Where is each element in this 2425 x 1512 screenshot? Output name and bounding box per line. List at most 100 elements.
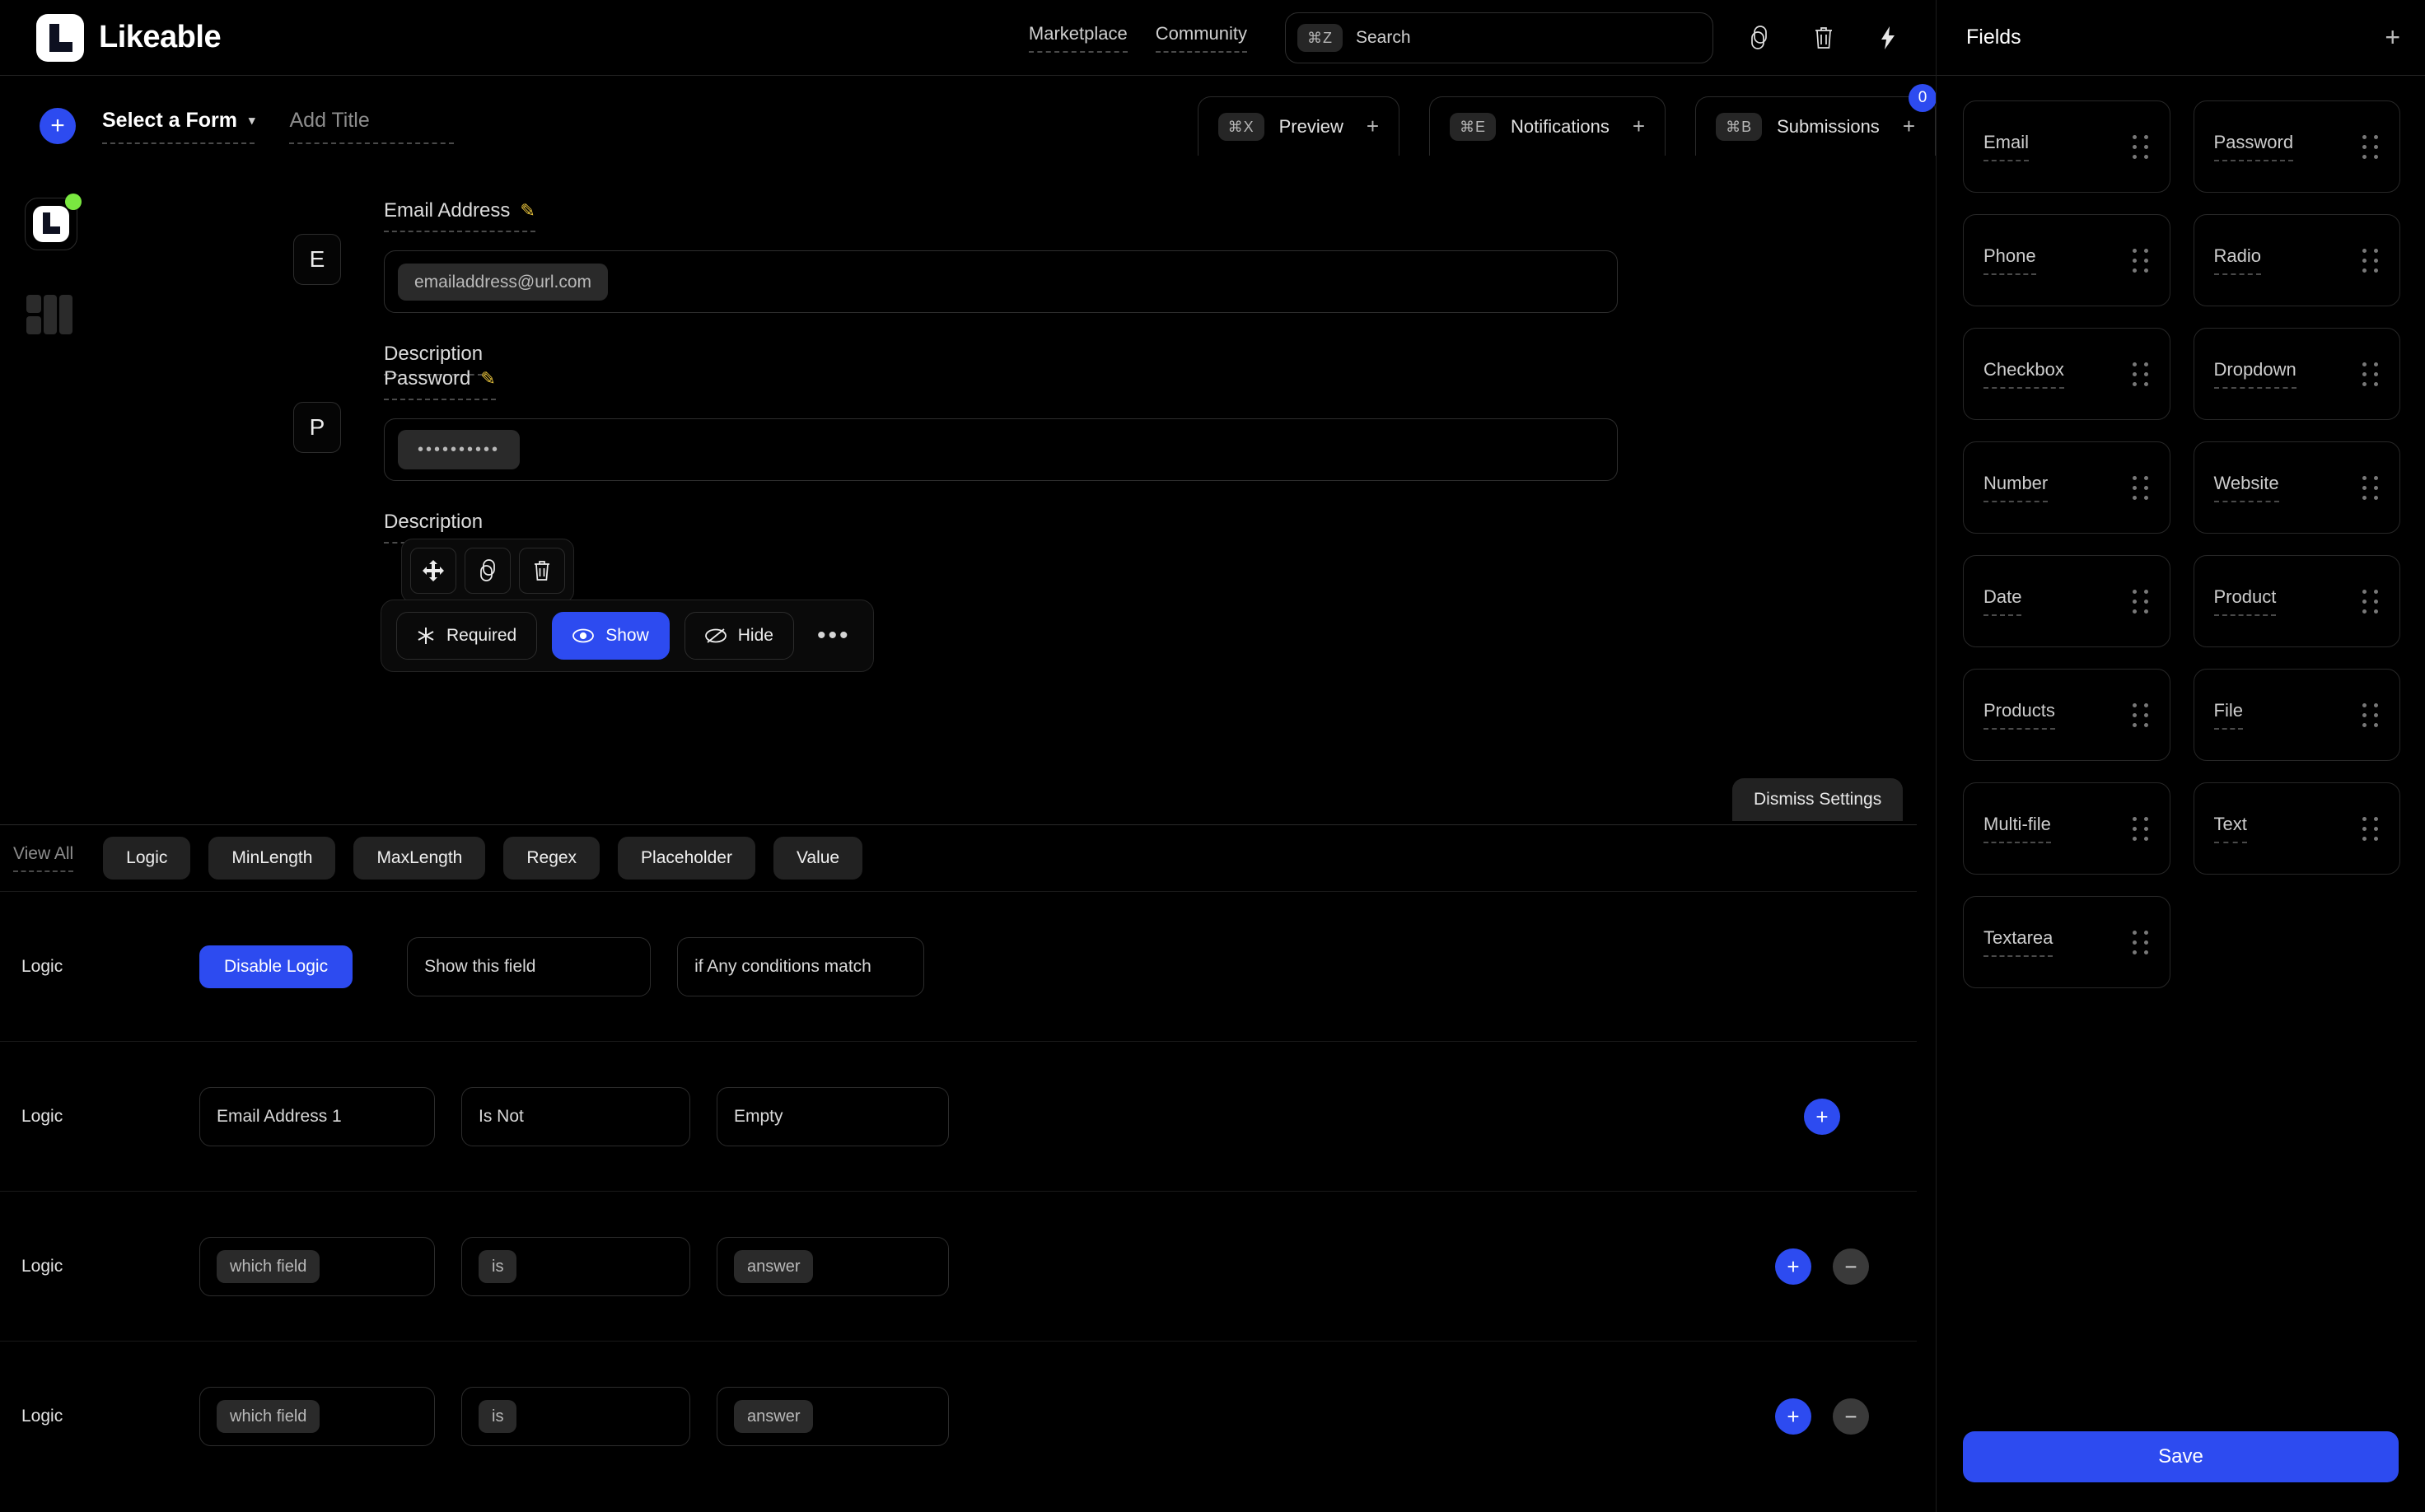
tab-notifications[interactable]: ⌘E Notifications +	[1429, 96, 1666, 156]
logic-match-select[interactable]: if Any conditions match	[677, 936, 925, 996]
tab-value[interactable]: Value	[773, 837, 863, 880]
condition-operator-select[interactable]: is	[461, 1236, 690, 1296]
tab-preview-add-icon[interactable]: +	[1367, 114, 1379, 139]
duplicate-icon[interactable]	[465, 548, 511, 594]
tab-preview[interactable]: ⌘X Preview +	[1197, 96, 1400, 156]
drag-handle-icon[interactable]	[2362, 134, 2380, 159]
field-input-password[interactable]: ••••••••••	[384, 418, 1618, 481]
field-label-email[interactable]: Email Address ✎	[384, 199, 535, 232]
trash-icon[interactable]	[1806, 20, 1842, 56]
tab-maxlength[interactable]: MaxLength	[353, 837, 486, 880]
condition-field-select[interactable]: which field	[199, 1236, 435, 1296]
field-card-label: Radio	[2213, 245, 2261, 275]
trash-icon[interactable]	[519, 548, 565, 594]
drag-handle-icon[interactable]	[2132, 362, 2150, 386]
field-card-products[interactable]: Products	[1963, 669, 2170, 761]
field-card-label: Multi-file	[1983, 814, 2051, 843]
condition-operator-select[interactable]: is	[461, 1386, 690, 1446]
edit-pencil-icon[interactable]: ✎	[520, 200, 535, 222]
field-actions-toolbar	[401, 539, 574, 603]
tab-preview-label: Preview	[1278, 115, 1343, 137]
tab-regex[interactable]: Regex	[503, 837, 600, 880]
drag-handle-icon[interactable]	[2132, 702, 2150, 727]
nav-link-marketplace[interactable]: Marketplace	[1028, 23, 1128, 53]
remove-condition-button[interactable]: −	[1833, 1248, 1869, 1285]
tab-notifications-add-icon[interactable]: +	[1633, 114, 1645, 139]
field-card-file[interactable]: File	[2193, 669, 2400, 761]
field-label-email-text: Email Address	[384, 199, 511, 222]
field-input-email[interactable]: emailaddress@url.com	[384, 250, 1618, 313]
condition-operator-select[interactable]: Is Not	[461, 1086, 690, 1146]
drag-handle-icon[interactable]	[2132, 475, 2150, 500]
tab-logic[interactable]: Logic	[103, 837, 191, 880]
drag-handle-icon[interactable]	[2132, 134, 2150, 159]
condition-row-actions: +	[1804, 1098, 1840, 1135]
hide-button[interactable]: Hide	[684, 612, 794, 660]
field-card-multi-file[interactable]: Multi-file	[1963, 782, 2170, 875]
drag-handle-icon[interactable]	[2132, 816, 2150, 841]
drag-handle-icon[interactable]	[2362, 702, 2380, 727]
add-field-button[interactable]: +	[2385, 22, 2400, 53]
drag-handle-icon[interactable]	[2362, 248, 2380, 273]
field-card-date[interactable]: Date	[1963, 555, 2170, 647]
condition-answer-input[interactable]: answer	[717, 1236, 949, 1296]
required-button[interactable]: Required	[396, 612, 538, 660]
condition-answer-input[interactable]: answer	[717, 1386, 949, 1446]
search-input[interactable]: ⌘Z Search	[1285, 12, 1713, 63]
field-label-password[interactable]: Password ✎	[384, 367, 496, 400]
drag-handle-icon[interactable]	[2132, 248, 2150, 273]
tab-minlength[interactable]: MinLength	[208, 837, 336, 880]
field-card-textarea[interactable]: Textarea	[1963, 896, 2170, 988]
field-card-email[interactable]: Email	[1963, 100, 2170, 193]
field-card-website[interactable]: Website	[2193, 441, 2400, 534]
add-condition-button[interactable]: +	[1804, 1098, 1840, 1135]
condition-field-select[interactable]: Email Address 1	[199, 1086, 435, 1146]
add-condition-button[interactable]: +	[1775, 1248, 1811, 1285]
show-button[interactable]: Show	[552, 612, 670, 660]
chevron-down-icon: ▾	[248, 114, 255, 128]
remove-condition-button[interactable]: −	[1833, 1398, 1869, 1435]
nav-link-community[interactable]: Community	[1155, 23, 1247, 53]
field-card-dropdown[interactable]: Dropdown	[2193, 328, 2400, 420]
drag-handle-icon[interactable]	[2132, 589, 2150, 614]
disable-logic-button[interactable]: Disable Logic	[199, 945, 353, 988]
condition-answer-input[interactable]: Empty	[717, 1086, 949, 1146]
form-title-input[interactable]: Add Title	[289, 109, 455, 144]
view-all-button[interactable]: View All	[13, 844, 74, 872]
field-letter-badge-email: E	[293, 234, 341, 285]
dismiss-settings-button[interactable]: Dismiss Settings	[1732, 778, 1904, 821]
field-letter-badge-password: P	[293, 402, 341, 453]
logic-condition-row: Logic Email Address 1 Is Not Empty +	[0, 1041, 1917, 1191]
field-card-radio[interactable]: Radio	[2193, 214, 2400, 306]
drag-handle-icon[interactable]	[2132, 930, 2150, 954]
condition-row-actions: + −	[1775, 1248, 1869, 1285]
field-card-number[interactable]: Number	[1963, 441, 2170, 534]
add-condition-button[interactable]: +	[1775, 1398, 1811, 1435]
form-select-dropdown[interactable]: Select a Form ▾	[102, 109, 255, 144]
add-form-button[interactable]: +	[40, 108, 76, 144]
condition-operator-placeholder: is	[479, 1249, 517, 1283]
edit-pencil-icon[interactable]: ✎	[480, 368, 495, 390]
field-card-label: Website	[2213, 473, 2279, 502]
tab-submissions[interactable]: ⌘B Submissions + 0	[1695, 84, 1937, 156]
bolt-icon[interactable]	[1870, 20, 1906, 56]
drag-handle-icon[interactable]	[2362, 362, 2380, 386]
field-card-checkbox[interactable]: Checkbox	[1963, 328, 2170, 420]
copy-icon[interactable]	[1741, 20, 1778, 56]
condition-field-select[interactable]: which field	[199, 1386, 435, 1446]
drag-handle-icon[interactable]	[2362, 816, 2380, 841]
field-card-password[interactable]: Password	[2193, 100, 2400, 193]
tab-placeholder[interactable]: Placeholder	[618, 837, 755, 880]
form-canvas: E Email Address ✎ emailaddress@url.com D…	[0, 176, 1936, 835]
tab-submissions-add-icon[interactable]: +	[1903, 114, 1915, 139]
move-icon[interactable]	[410, 548, 456, 594]
more-options-icon[interactable]: •••	[809, 622, 859, 650]
field-card-phone[interactable]: Phone	[1963, 214, 2170, 306]
logic-action-select[interactable]: Show this field	[407, 936, 652, 996]
field-card-text[interactable]: Text	[2193, 782, 2400, 875]
field-card-product[interactable]: Product	[2193, 555, 2400, 647]
drag-handle-icon[interactable]	[2362, 475, 2380, 500]
save-button[interactable]: Save	[1963, 1431, 2399, 1482]
drag-handle-icon[interactable]	[2362, 589, 2380, 614]
brand[interactable]: Likeable	[36, 13, 222, 62]
